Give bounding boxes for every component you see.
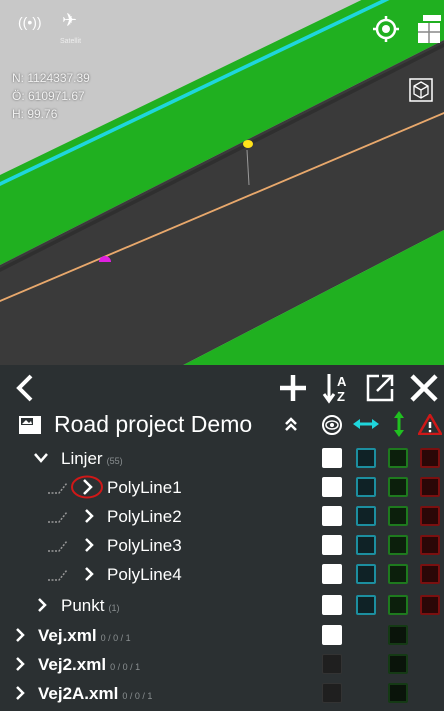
vertical-checkbox[interactable] (388, 535, 408, 555)
file-row-vej[interactable]: Vej.xml 0 / 0 / 1 (0, 621, 444, 650)
chevron-right-icon[interactable] (15, 657, 25, 671)
file-label: Vej2A.xml (38, 684, 119, 703)
error-checkbox[interactable] (420, 477, 440, 497)
vertical-checkbox[interactable] (388, 654, 408, 674)
back-icon[interactable] (10, 365, 40, 411)
coord-height: H: 99.76 (12, 107, 58, 121)
add-icon[interactable] (276, 365, 310, 411)
chevron-right-icon[interactable] (15, 686, 25, 700)
horizontal-checkbox[interactable] (356, 535, 376, 555)
visibility-checkbox[interactable] (322, 506, 342, 526)
polyline-label: PolyLine4 (107, 565, 182, 584)
file-row-vej2[interactable]: Vej2.xml 0 / 0 / 1 (0, 650, 444, 679)
eye-icon[interactable] (321, 415, 343, 440)
road-scene (0, 0, 444, 365)
visibility-checkbox[interactable] (322, 683, 342, 703)
project-row[interactable]: Road project Demo (0, 409, 444, 439)
expand-chevron-icon[interactable] (84, 567, 94, 581)
error-checkbox[interactable] (420, 564, 440, 584)
polyline-label: PolyLine3 (107, 536, 182, 555)
satellite-label: Satellit (60, 38, 82, 45)
file-label: Vej.xml (38, 626, 97, 645)
polyline-icon (48, 482, 68, 494)
coord-north: N: 1124337.39 (12, 71, 90, 85)
expand-chevron-icon[interactable] (70, 475, 104, 499)
vertical-checkbox[interactable] (388, 477, 408, 497)
folder-row-linjer[interactable]: Linjer (55) (0, 444, 444, 473)
magenta-point-marker[interactable] (99, 256, 111, 262)
polyline-row-3[interactable]: PolyLine3 (0, 531, 444, 560)
horizontal-arrows-icon[interactable] (353, 416, 379, 437)
signal-icon[interactable]: ((•)) (18, 14, 42, 30)
horizontal-checkbox[interactable] (356, 564, 376, 584)
vertical-checkbox[interactable] (388, 595, 408, 615)
visibility-checkbox[interactable] (322, 477, 342, 497)
visibility-checkbox[interactable] (322, 654, 342, 674)
warning-icon[interactable] (416, 412, 444, 440)
collapse-all-icon[interactable] (284, 416, 298, 437)
folder-label: Punkt (61, 596, 105, 615)
folder-count: (1) (108, 603, 120, 613)
folder-row-punkt[interactable]: Punkt (1) (0, 591, 444, 620)
vertical-arrows-icon[interactable] (392, 411, 406, 442)
visibility-checkbox[interactable] (322, 595, 342, 615)
map-viewport[interactable]: ((•)) ✈ Satellit N: 1124337.39 Ö: 610971… (0, 0, 444, 365)
visibility-checkbox[interactable] (322, 448, 342, 468)
expand-chevron-icon[interactable] (84, 538, 94, 552)
polyline-icon (48, 569, 68, 581)
coord-east: Ö: 610971.67 (12, 89, 85, 103)
yellow-point-marker[interactable] (243, 140, 253, 148)
svg-text:Z: Z (337, 389, 345, 404)
error-checkbox[interactable] (420, 448, 440, 468)
vertical-checkbox[interactable] (388, 683, 408, 703)
file-stats: 0 / 0 / 1 (110, 662, 141, 672)
project-title: Road project Demo (54, 411, 253, 437)
horizontal-checkbox[interactable] (356, 595, 376, 615)
horizontal-checkbox[interactable] (356, 448, 376, 468)
chevron-right-icon[interactable] (15, 628, 25, 642)
visibility-checkbox[interactable] (322, 535, 342, 555)
polyline-label: PolyLine2 (107, 507, 182, 526)
horizontal-checkbox[interactable] (356, 506, 376, 526)
close-icon[interactable] (406, 365, 442, 411)
folder-label: Linjer (61, 449, 103, 468)
file-stats: 0 / 0 / 1 (100, 633, 131, 643)
chevron-down-icon[interactable] (34, 453, 48, 463)
polyline-icon (48, 540, 68, 552)
export-icon[interactable] (363, 365, 397, 411)
chevron-right-icon[interactable] (37, 598, 47, 612)
polyline-icon (48, 511, 68, 523)
satellite-icon[interactable]: ✈ (62, 10, 77, 31)
polyline-row-4[interactable]: PolyLine4 (0, 560, 444, 589)
vertical-checkbox[interactable] (388, 506, 408, 526)
project-folder-icon (18, 413, 42, 440)
svg-text:A: A (337, 374, 347, 389)
visibility-checkbox[interactable] (322, 625, 342, 645)
error-checkbox[interactable] (420, 595, 440, 615)
vertical-checkbox[interactable] (388, 564, 408, 584)
file-row-vej2a[interactable]: Vej2A.xml 0 / 0 / 1 (0, 679, 444, 708)
expand-chevron-icon[interactable] (84, 509, 94, 523)
error-checkbox[interactable] (420, 535, 440, 555)
folder-count: (55) (106, 456, 123, 466)
vertical-checkbox[interactable] (388, 625, 408, 645)
file-label: Vej2.xml (38, 655, 107, 674)
polyline-label: PolyLine1 (107, 478, 182, 497)
sort-az-icon[interactable]: AZ (320, 365, 354, 411)
file-stats: 0 / 0 / 1 (122, 691, 153, 701)
polyline-row-2[interactable]: PolyLine2 (0, 502, 444, 531)
polyline-row-1[interactable]: PolyLine1 (0, 473, 444, 502)
horizontal-checkbox[interactable] (356, 477, 376, 497)
error-checkbox[interactable] (420, 506, 440, 526)
visibility-checkbox[interactable] (322, 564, 342, 584)
vertical-checkbox[interactable] (388, 448, 408, 468)
layer-panel: AZ Road project Demo Linjer (55) PolyLin… (0, 365, 444, 709)
